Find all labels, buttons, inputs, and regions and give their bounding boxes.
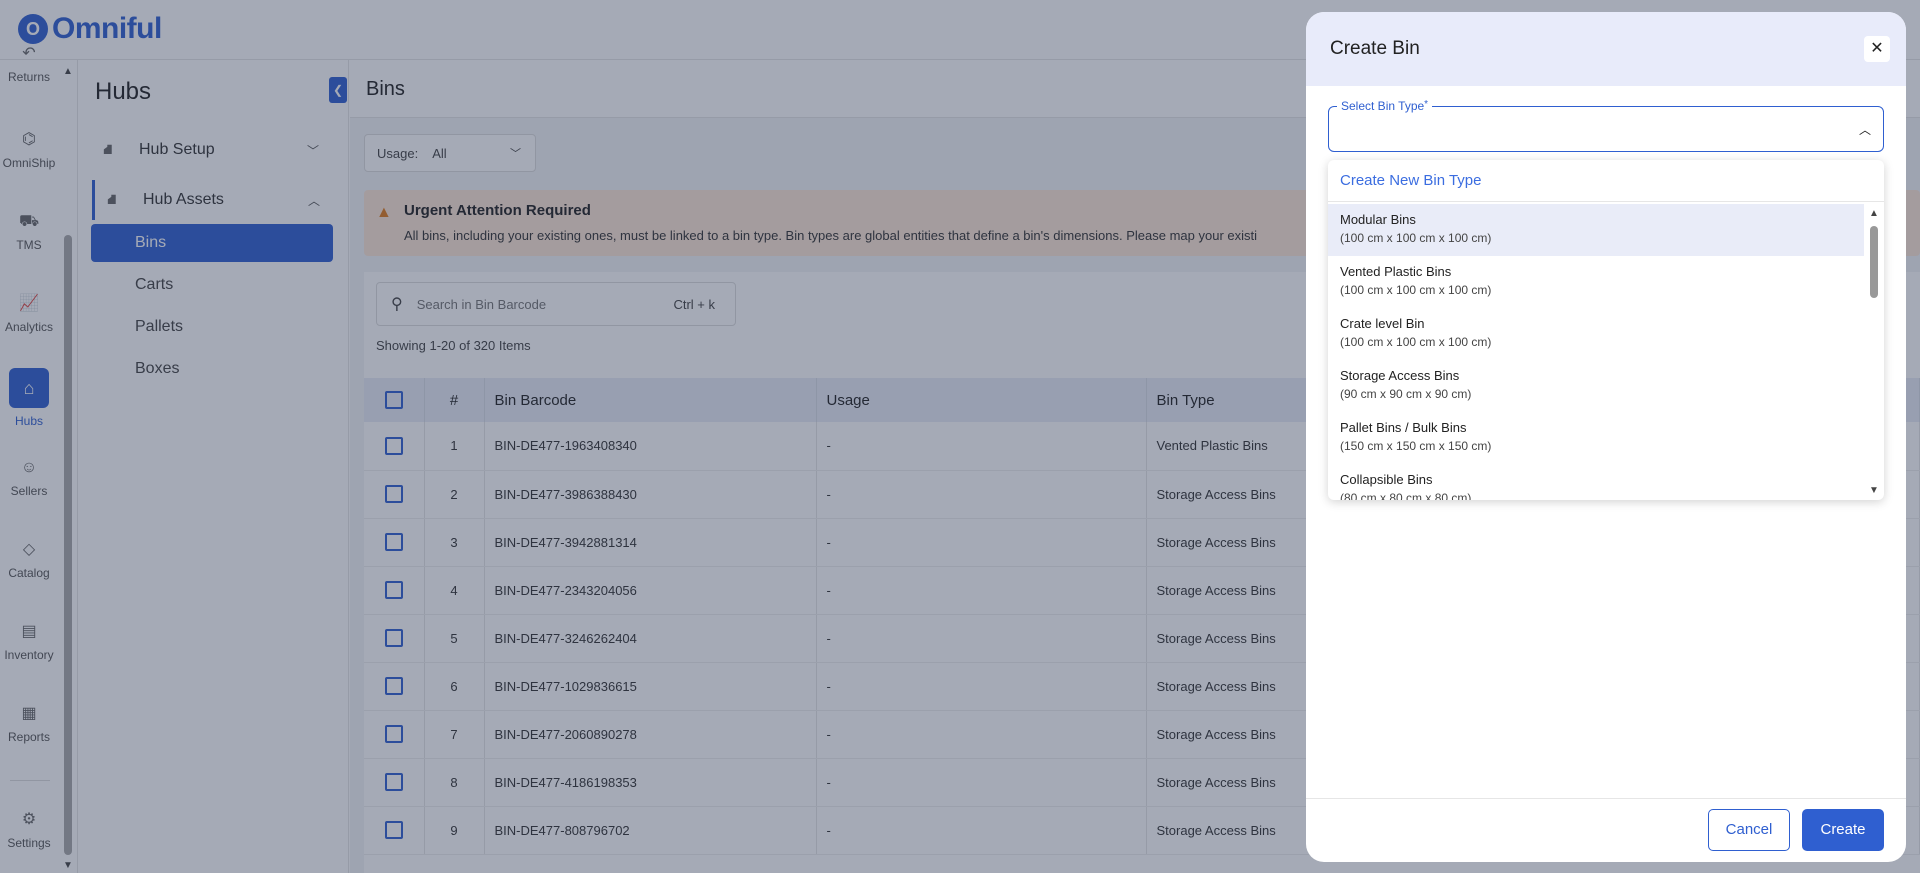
- create-new-bin-type-option[interactable]: Create New Bin Type: [1328, 160, 1884, 202]
- bin-type-option[interactable]: Crate level Bin (100 cm x 100 cm x 100 c…: [1328, 308, 1864, 360]
- scroll-up-icon[interactable]: ▲: [1869, 208, 1879, 219]
- bin-type-option[interactable]: Collapsible Bins (80 cm x 80 cm x 80 cm): [1328, 464, 1864, 500]
- bin-type-select-label: Select Bin Type*: [1337, 99, 1433, 113]
- drawer-title: Create Bin: [1330, 38, 1420, 59]
- bin-type-option[interactable]: Pallet Bins / Bulk Bins (150 cm x 150 cm…: [1328, 412, 1864, 464]
- scrollbar-thumb[interactable]: [1870, 226, 1878, 298]
- option-name: Pallet Bins / Bulk Bins: [1340, 420, 1467, 435]
- bin-type-dropdown: Create New Bin Type Modular Bins (100 cm…: [1328, 160, 1884, 500]
- drawer-header: Create Bin ✕: [1306, 12, 1906, 86]
- option-name: Modular Bins: [1340, 212, 1416, 227]
- bin-type-option-list: Modular Bins (100 cm x 100 cm x 100 cm) …: [1328, 204, 1864, 500]
- close-button[interactable]: ✕: [1864, 36, 1890, 62]
- option-dimensions: (80 cm x 80 cm x 80 cm): [1340, 491, 1472, 500]
- create-bin-drawer: Create Bin ✕ Select Bin Type* ︿ Create N…: [1306, 12, 1906, 862]
- dropdown-scrollbar[interactable]: ▲ ▼: [1866, 204, 1882, 500]
- option-dimensions: (100 cm x 100 cm x 100 cm): [1340, 283, 1492, 297]
- bin-type-option[interactable]: Storage Access Bins (90 cm x 90 cm x 90 …: [1328, 360, 1864, 412]
- close-icon: ✕: [1870, 40, 1884, 57]
- bin-type-select[interactable]: Select Bin Type* ︿: [1328, 99, 1884, 152]
- bin-type-option[interactable]: Vented Plastic Bins (100 cm x 100 cm x 1…: [1328, 256, 1864, 308]
- option-name: Vented Plastic Bins: [1340, 264, 1452, 279]
- required-mark: *: [1424, 99, 1429, 110]
- option-dimensions: (100 cm x 100 cm x 100 cm): [1340, 335, 1492, 349]
- option-dimensions: (150 cm x 150 cm x 150 cm): [1340, 439, 1492, 453]
- option-dimensions: (90 cm x 90 cm x 90 cm): [1340, 387, 1472, 401]
- drawer-footer: Cancel Create: [1306, 798, 1906, 862]
- cancel-button[interactable]: Cancel: [1708, 809, 1790, 851]
- bin-type-label-text: Select Bin Type: [1341, 99, 1425, 113]
- create-button[interactable]: Create: [1802, 809, 1884, 851]
- chevron-up-icon: ︿: [1858, 123, 1871, 137]
- option-name: Storage Access Bins: [1340, 368, 1460, 383]
- bin-type-option[interactable]: Modular Bins (100 cm x 100 cm x 100 cm): [1328, 204, 1864, 256]
- option-dimensions: (100 cm x 100 cm x 100 cm): [1340, 231, 1492, 245]
- option-name: Crate level Bin: [1340, 316, 1425, 331]
- option-name: Collapsible Bins: [1340, 472, 1433, 487]
- scroll-down-icon[interactable]: ▼: [1869, 485, 1879, 496]
